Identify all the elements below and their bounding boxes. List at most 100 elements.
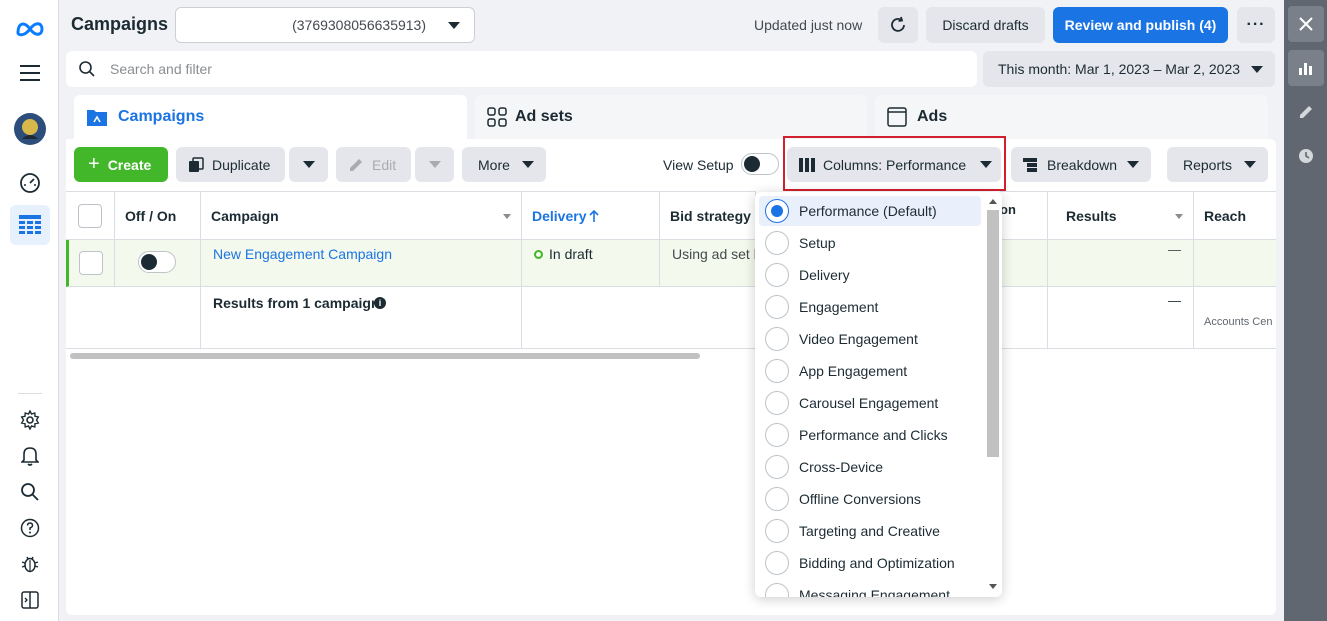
columns-option[interactable]: Offline Conversions [759,484,981,514]
column-header-results[interactable]: Results [1048,191,1194,240]
dropdown-scrollbar-thumb[interactable] [987,210,999,457]
view-setup-toggle[interactable] [741,153,779,175]
summary-label: Results from 1 campaign [213,295,380,311]
help-icon[interactable] [10,508,50,548]
charts-button[interactable] [1288,50,1324,86]
radio-button[interactable] [765,295,789,319]
columns-option[interactable]: Video Engagement [759,324,981,354]
account-avatar[interactable] [10,109,50,149]
radio-button[interactable] [765,519,789,543]
bug-report-icon[interactable] [10,544,50,584]
info-icon[interactable]: i [374,297,386,309]
column-header-label: Results [1066,207,1117,224]
delivery-cell: In draft [522,240,660,287]
radio-button[interactable] [765,583,789,597]
review-publish-button[interactable]: Review and publish (4) [1053,7,1228,43]
menu-icon[interactable] [10,53,50,93]
campaign-name-link[interactable]: New Engagement Campaign [213,246,392,262]
chevron-down-icon [1251,66,1263,73]
summary-attribution-cell [1000,287,1048,349]
more-button[interactable]: More [462,147,546,182]
search-icon [79,61,95,77]
account-selector[interactable]: (3769308056635913) [175,7,475,43]
column-header-campaign[interactable]: Campaign [201,191,522,240]
search-filter-bar[interactable] [66,51,977,87]
search-icon[interactable] [10,472,50,512]
chevron-down-icon [1127,161,1140,168]
edit-button[interactable]: Edit [336,147,411,182]
columns-option-label: Engagement [799,299,879,315]
select-all-checkbox[interactable] [78,204,102,228]
radio-button[interactable] [765,455,789,479]
radio-button[interactable] [765,423,789,447]
campaigns-table-icon[interactable] [10,205,50,245]
scroll-up-arrow-icon[interactable] [989,199,997,204]
refresh-button[interactable] [878,7,918,43]
column-header-offon[interactable]: Off / On [115,191,201,240]
edit-panel-button[interactable] [1288,94,1324,130]
tab-campaigns[interactable]: Campaigns [74,95,467,139]
date-range-selector[interactable]: This month: Mar 1, 2023 – Mar 2, 2023 [983,51,1275,87]
discard-drafts-button[interactable]: Discard drafts [926,7,1045,43]
breakdown-button[interactable]: Breakdown [1011,147,1151,182]
search-input[interactable] [110,61,910,77]
radio-button[interactable] [765,391,789,415]
tab-ads[interactable]: Ads [875,95,1268,139]
columns-option[interactable]: Performance and Clicks [759,420,981,450]
column-header-attribution[interactable]: on [1000,191,1048,240]
columns-option[interactable]: Setup [759,228,981,258]
radio-button[interactable] [765,327,789,351]
horizontal-scrollbar[interactable] [70,353,700,359]
refresh-icon [891,16,905,32]
bid-strategy-cell: Using ad set b [660,240,756,287]
duplicate-button[interactable]: Duplicate [176,147,285,182]
ellipsis-icon: ··· [1246,16,1266,33]
columns-option[interactable]: Engagement [759,292,981,322]
create-button[interactable]: + Create [74,147,168,182]
edit-dropdown-button[interactable] [415,147,454,182]
scroll-down-arrow-icon[interactable] [989,584,997,589]
columns-option[interactable]: Delivery [759,260,981,290]
reports-button[interactable]: Reports [1167,147,1268,182]
tab-ad-sets[interactable]: Ad sets [475,95,867,139]
tab-label: Ads [917,108,948,125]
clock-icon [1299,149,1313,163]
radio-button[interactable] [765,263,789,287]
columns-option[interactable]: Carousel Engagement [759,388,981,418]
row-checkbox[interactable] [79,251,103,275]
columns-option[interactable]: Targeting and Creative [759,516,981,546]
radio-button[interactable] [765,199,789,223]
columns-option[interactable]: Messaging Engagement [759,580,981,597]
settings-gear-icon[interactable] [10,400,50,440]
radio-button[interactable] [765,359,789,383]
history-button[interactable] [1288,138,1324,174]
chevron-down-icon [428,161,441,168]
row-toggle-cell [115,240,201,287]
toggle-knob [141,254,157,270]
duplicate-dropdown-button[interactable] [289,147,328,182]
summary-results-cell: — [1048,287,1194,349]
campaign-onoff-toggle[interactable] [138,251,176,273]
meta-logo-icon[interactable] [10,9,50,49]
chevron-down-icon [521,161,534,168]
close-panel-button[interactable] [1288,6,1324,42]
right-rail [1284,0,1327,621]
more-options-button[interactable]: ··· [1237,7,1275,43]
radio-button[interactable] [765,231,789,255]
columns-option[interactable]: Bidding and Optimization [759,548,981,578]
column-header-delivery[interactable]: Delivery [522,191,660,240]
columns-option[interactable]: App Engagement [759,356,981,386]
columns-option[interactable]: Cross-Device [759,452,981,482]
breakdown-label: Breakdown [1047,156,1118,173]
column-header-bid-strategy[interactable]: Bid strategy [660,191,756,240]
columns-highlight-box [783,136,1006,191]
panel-toggle-icon[interactable] [10,580,50,620]
columns-option-label: Messaging Engagement [799,587,950,597]
radio-button[interactable] [765,487,789,511]
notifications-bell-icon[interactable] [10,436,50,476]
radio-button[interactable] [765,551,789,575]
columns-option-label: Targeting and Creative [799,523,940,539]
dashboard-gauge-icon[interactable] [10,163,50,203]
column-header-reach[interactable]: Reach [1194,191,1276,240]
columns-option[interactable]: Performance (Default) [759,196,981,226]
